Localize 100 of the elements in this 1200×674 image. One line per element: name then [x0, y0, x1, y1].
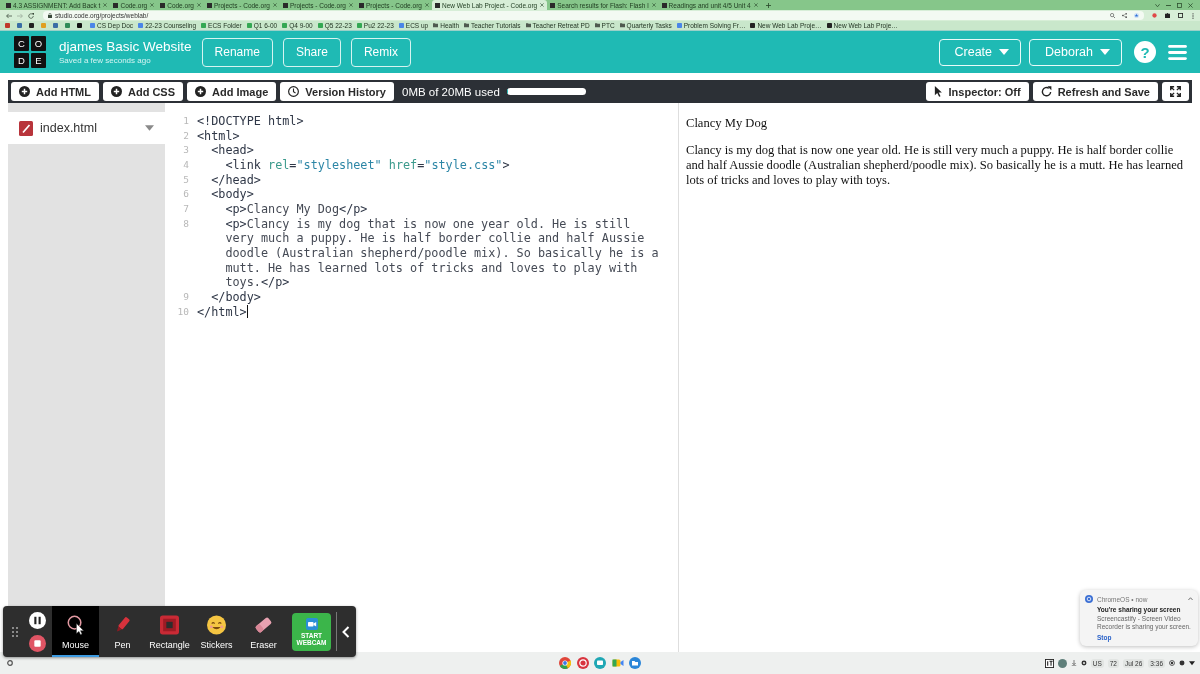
chevron-left-icon[interactable]: [342, 625, 350, 638]
code-line: <body>: [211, 187, 254, 202]
folder-icon[interactable]: [629, 657, 641, 669]
recorder-tool[interactable]: Stickers: [193, 606, 240, 657]
dot-icon[interactable]: [1152, 13, 1157, 18]
close-icon[interactable]: [348, 3, 353, 7]
favicon-icon[interactable]: [77, 23, 82, 28]
smiley-icon: [207, 615, 226, 635]
plus-icon[interactable]: [765, 3, 771, 8]
preview-paragraph: Clancy is my dog that is now one year old. He is still very much a puppy. He is half border collie and half Aussie doodle (Australian shepherd/poodle mix). So basically he is a mutt. He has learned lots of tricks and loves to play with toys.: [686, 143, 1185, 188]
close-icon[interactable]: [1188, 3, 1193, 8]
record-icon[interactable]: [1169, 660, 1175, 666]
ring-icon[interactable]: [1080, 660, 1087, 666]
code-line: </html>: [197, 304, 247, 319]
close-icon[interactable]: [753, 3, 758, 7]
close-icon[interactable]: [540, 3, 545, 7]
favicon-icon: [676, 23, 682, 28]
toolbar-button[interactable]: Version History: [280, 82, 394, 101]
code-line: </head>: [211, 172, 261, 187]
share-icon[interactable]: [1122, 13, 1127, 18]
chevron-down-icon[interactable]: [1155, 3, 1160, 8]
plus-circle-icon: [19, 86, 30, 97]
back-icon[interactable]: [6, 12, 12, 19]
favicon-icon: [90, 23, 95, 28]
cursor-icon: [934, 86, 943, 97]
folder-icon: [433, 23, 439, 28]
stop-icon[interactable]: [29, 634, 46, 652]
close-icon[interactable]: [196, 3, 201, 7]
line-number: 7: [182, 201, 189, 216]
toolbar-button[interactable]: Add CSS: [103, 82, 184, 101]
favicon-icon: [398, 23, 404, 28]
reload-icon[interactable]: [28, 12, 34, 19]
recorder-tool[interactable]: Mouse: [52, 606, 99, 657]
line-number: 10: [176, 304, 189, 319]
code-line: <head>: [211, 143, 254, 158]
storage-usage: 0MB of 20MB used: [402, 85, 500, 98]
close-icon[interactable]: [424, 3, 429, 7]
file-tab[interactable]: index.html: [8, 112, 165, 144]
dot-icon[interactable]: [1179, 660, 1185, 666]
favicon-icon: [6, 2, 11, 8]
pause-icon[interactable]: [29, 611, 46, 629]
code-line: <p>Clancy is my dog that is now one year old. He is still very much a puppy. He is half border collie and half Aussie doodle (Australian shepherd/poodle mix). So basically he is a mutt. He has learned lots of tricks and loves to play with toys.</p>: [225, 216, 660, 290]
magnifier-icon[interactable]: [1110, 13, 1115, 18]
text-cursor: [246, 304, 248, 318]
folder-icon: [464, 23, 469, 28]
close-icon[interactable]: [150, 3, 155, 7]
caret-icon: [999, 49, 1010, 55]
toolbar-button[interactable]: Add HTML: [11, 82, 99, 101]
favicon-icon: [317, 23, 323, 28]
folder-icon: [525, 23, 531, 28]
drag-handle-icon[interactable]: [12, 626, 18, 637]
app-icon[interactable]: [1044, 658, 1054, 668]
favicon-icon: [358, 2, 364, 8]
caret-icon[interactable]: [1189, 660, 1195, 666]
close-icon[interactable]: [272, 3, 277, 7]
favicon-icon: [356, 23, 362, 28]
app-badge-icon: [1085, 595, 1093, 603]
line-number: 4: [182, 157, 189, 172]
favicon-icon: [661, 2, 667, 8]
favicon-icon: [550, 2, 556, 8]
code-line: <html>: [197, 128, 240, 143]
line-number: 3: [182, 143, 189, 158]
toolbar-button[interactable]: [1162, 82, 1189, 101]
code-line: <p>Clancy My Dog</p>: [225, 201, 368, 216]
project-title: djames Basic Website: [59, 39, 192, 55]
favicon-icon: [282, 23, 288, 28]
maximize-icon[interactable]: [1177, 3, 1182, 8]
toolbar-button[interactable]: Refresh and Save: [1032, 82, 1158, 101]
toolbar-button[interactable]: Inspector: Off: [926, 82, 1029, 101]
favicon-icon: [434, 2, 440, 8]
recorder-tool[interactable]: Eraser: [240, 606, 287, 657]
favicon-icon[interactable]: [29, 23, 34, 28]
browser-icon[interactable]: [559, 657, 571, 669]
recorder-tool[interactable]: Rectangle: [146, 606, 193, 657]
video-camera-icon: [305, 617, 318, 630]
recorder-tool[interactable]: Pen: [99, 606, 146, 657]
star-icon[interactable]: [1134, 13, 1139, 18]
square-icon: [160, 615, 179, 635]
video-camera-icon[interactable]: [611, 657, 624, 669]
chevron-up-icon[interactable]: [1188, 597, 1193, 601]
favicon-icon: [750, 23, 756, 28]
line-number: 5: [182, 172, 189, 187]
puzzle-icon[interactable]: [1165, 13, 1170, 18]
close-icon[interactable]: [103, 3, 108, 7]
toolbar-button[interactable]: Add Image: [187, 82, 277, 101]
preview-paragraph: Clancy My Dog: [686, 115, 768, 131]
close-icon[interactable]: [651, 3, 656, 7]
favicon-icon: [246, 23, 252, 28]
launcher-icon[interactable]: [7, 660, 13, 666]
favicon-icon: [206, 2, 212, 8]
menu-icon[interactable]: [1168, 44, 1187, 60]
line-number: 1: [182, 114, 189, 128]
lock-icon: [48, 13, 52, 18]
cursor-ring-icon: [66, 615, 85, 635]
download-icon[interactable]: [1070, 660, 1077, 666]
avatar-icon[interactable]: [1057, 658, 1067, 668]
screen-icon[interactable]: [594, 657, 606, 669]
code-logo[interactable]: C O D E: [14, 36, 46, 68]
refresh-icon: [1040, 86, 1052, 97]
caret-icon: [1100, 49, 1110, 55]
